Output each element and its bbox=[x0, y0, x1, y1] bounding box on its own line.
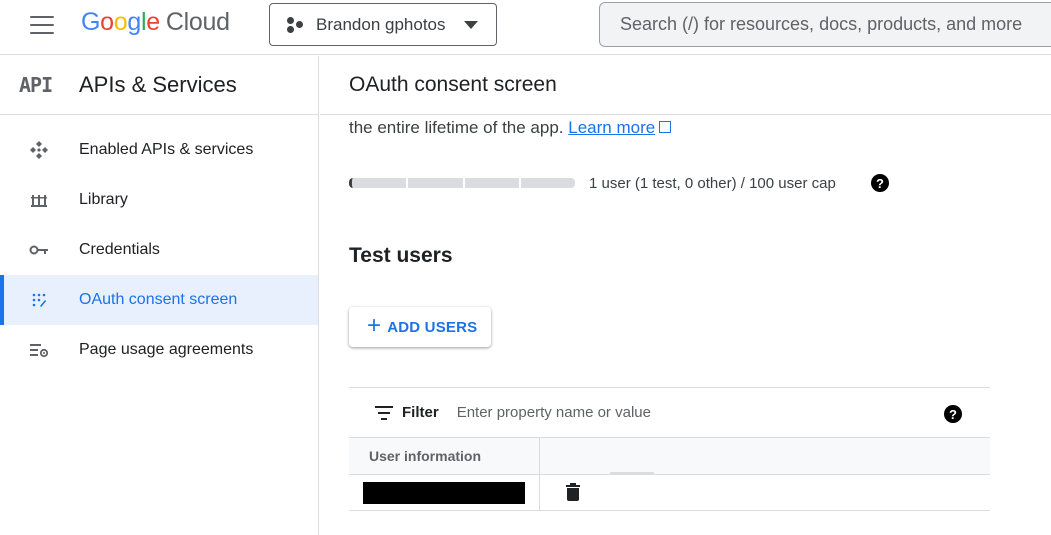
sidebar-item-oauth-consent[interactable]: OAuth consent screen bbox=[0, 275, 318, 325]
filter-help-icon[interactable]: ? bbox=[944, 405, 962, 423]
plus-icon: + bbox=[367, 312, 382, 339]
sidebar-title: APIs & Services bbox=[79, 72, 237, 97]
actions-cell bbox=[540, 475, 990, 510]
trash-icon[interactable] bbox=[566, 483, 580, 501]
column-header-user-information[interactable]: User information bbox=[349, 438, 540, 474]
table-row: [redacted] bbox=[349, 475, 990, 511]
project-hierarchy-icon bbox=[286, 16, 304, 34]
chevron-down-icon bbox=[464, 21, 478, 29]
sidebar-item-library[interactable]: Library bbox=[0, 175, 318, 225]
user-information-cell: [redacted] bbox=[349, 475, 540, 510]
main-menu-icon[interactable] bbox=[20, 13, 64, 37]
top-bar: Google Cloud Brandon gphotos bbox=[0, 0, 1051, 55]
lifetime-text: the entire lifetime of the app. bbox=[349, 118, 564, 137]
filter-icon bbox=[375, 405, 393, 420]
sidebar-item-enabled-apis[interactable]: Enabled APIs & services bbox=[0, 125, 318, 175]
add-users-label: ADD USERS bbox=[387, 318, 478, 336]
library-icon bbox=[28, 189, 50, 211]
sidebar-header: API APIs & Services bbox=[0, 56, 318, 115]
filter-input[interactable] bbox=[456, 404, 857, 421]
add-users-button[interactable]: + ADD USERS bbox=[349, 307, 491, 347]
key-icon bbox=[28, 239, 50, 261]
sidebar-item-label: Enabled APIs & services bbox=[79, 141, 254, 158]
oauth-consent-icon bbox=[28, 289, 50, 311]
column-header-actions bbox=[540, 438, 990, 474]
page-usage-settings-icon bbox=[28, 339, 50, 361]
user-cap-text: 1 user (1 test, 0 other) / 100 user cap bbox=[589, 175, 836, 192]
learn-more-label: Learn more bbox=[568, 118, 656, 137]
sidebar: API APIs & Services Enabled APIs & servi… bbox=[0, 56, 319, 535]
table-filter-bar: Filter ? bbox=[349, 387, 990, 438]
enabled-apis-icon bbox=[28, 139, 50, 161]
external-link-icon bbox=[659, 121, 672, 133]
sidebar-item-label: Credentials bbox=[79, 241, 160, 258]
table-header: User information bbox=[349, 438, 990, 475]
api-icon: API bbox=[19, 73, 53, 97]
sidebar-item-label: Page usage agreements bbox=[79, 341, 254, 358]
sidebar-item-page-usage[interactable]: Page usage agreements bbox=[0, 325, 318, 375]
lifetime-text-line: the entire lifetime of the app. Learn mo… bbox=[349, 118, 672, 138]
sidebar-item-label: Library bbox=[79, 191, 128, 208]
help-icon[interactable]: ? bbox=[871, 174, 889, 192]
search-bar[interactable] bbox=[599, 2, 1051, 47]
logo-google-text: Google bbox=[81, 8, 160, 36]
test-users-table: Filter ? User information [redacted] bbox=[349, 387, 990, 511]
project-name: Brandon gphotos bbox=[316, 14, 446, 34]
sidebar-nav: Enabled APIs & services Library Credenti… bbox=[0, 125, 318, 375]
filter-label: Filter bbox=[402, 404, 439, 421]
page-title: OAuth consent screen bbox=[320, 56, 1051, 115]
sidebar-item-label: OAuth consent screen bbox=[79, 291, 238, 308]
test-users-heading: Test users bbox=[349, 244, 453, 267]
search-input[interactable] bbox=[620, 14, 1051, 35]
logo-cloud-text: Cloud bbox=[165, 8, 230, 36]
project-picker-button[interactable]: Brandon gphotos bbox=[269, 3, 497, 46]
learn-more-link[interactable]: Learn more bbox=[568, 118, 655, 137]
user-cap-progress-bar bbox=[349, 178, 575, 188]
sidebar-item-credentials[interactable]: Credentials bbox=[0, 225, 318, 275]
main-content: OAuth consent screen the entire lifetime… bbox=[320, 56, 1051, 535]
redacted-user-email: [redacted] bbox=[363, 481, 525, 504]
google-cloud-logo[interactable]: Google Cloud bbox=[81, 8, 230, 37]
